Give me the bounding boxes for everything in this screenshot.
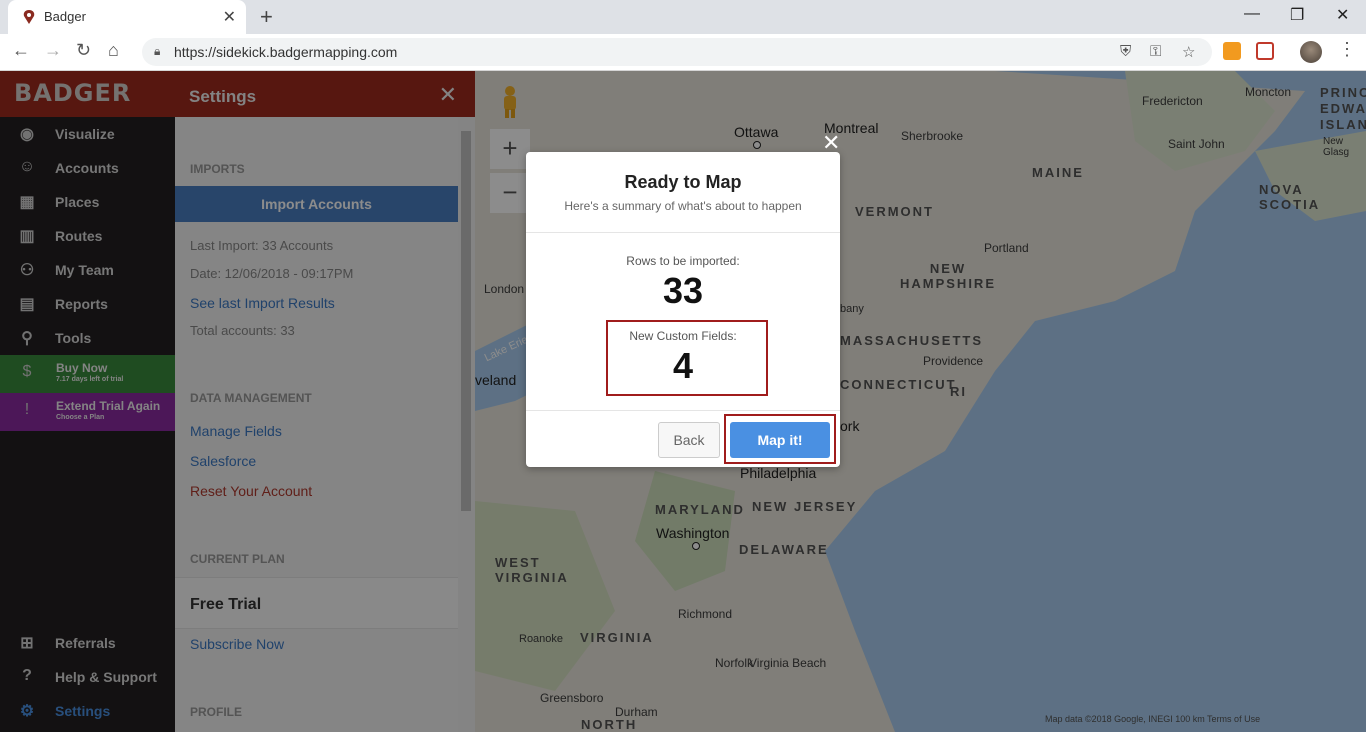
window-close-icon[interactable]: ✕: [1336, 5, 1349, 25]
browser-tab[interactable]: Badger ✕: [8, 0, 246, 34]
profile-avatar[interactable]: [1300, 41, 1322, 63]
map-it-button[interactable]: Map it!: [730, 422, 830, 458]
divider: [526, 410, 840, 411]
address-bar[interactable]: 🔒︎ https://sidekick.badgermapping.com ⛨ …: [142, 38, 1212, 66]
new-tab-icon[interactable]: +: [260, 4, 273, 30]
star-icon[interactable]: ☆: [1182, 43, 1195, 61]
custom-fields-label: New Custom Fields:: [629, 329, 737, 343]
divider: [526, 232, 840, 233]
reload-icon[interactable]: ↻: [76, 40, 91, 61]
back-button[interactable]: Back: [658, 422, 720, 458]
home-icon[interactable]: ⌂: [108, 40, 119, 61]
custom-fields-value: 4: [672, 345, 694, 386]
browser-menu-icon[interactable]: ⋮: [1338, 39, 1356, 60]
tab-close-icon[interactable]: ✕: [223, 7, 236, 27]
badger-favicon-icon: [23, 10, 35, 24]
dialog-title: Ready to Map: [624, 172, 742, 192]
dialog-subtitle: Here's a summary of what's about to happ…: [564, 199, 802, 213]
extension-pocket-icon[interactable]: [1256, 42, 1274, 60]
minimize-icon[interactable]: —: [1244, 5, 1260, 23]
back-arrow-icon[interactable]: ←: [12, 40, 30, 61]
ready-to-map-dialog: Ready to Map Here's a summary of what's …: [526, 152, 840, 467]
tab-bar: Badger ✕ + — ❐ ✕: [0, 0, 1366, 34]
restore-icon[interactable]: ❐: [1290, 5, 1304, 25]
browser-toolbar: ← → ↻ ⌂ 🔒︎ https://sidekick.badgermappin…: [0, 34, 1366, 71]
shield-blocked-icon[interactable]: ⛨: [1120, 43, 1131, 60]
extension-bag-icon[interactable]: [1223, 42, 1241, 60]
lock-icon: 🔒︎: [154, 44, 161, 58]
url-text: https://sidekick.badgermapping.com: [174, 44, 398, 60]
forward-arrow-icon[interactable]: →: [44, 40, 62, 61]
rows-label: Rows to be imported:: [626, 254, 740, 268]
rows-value: 33: [662, 270, 704, 311]
tab-title: Badger: [44, 9, 86, 24]
key-icon[interactable]: ⚿: [1150, 43, 1161, 60]
